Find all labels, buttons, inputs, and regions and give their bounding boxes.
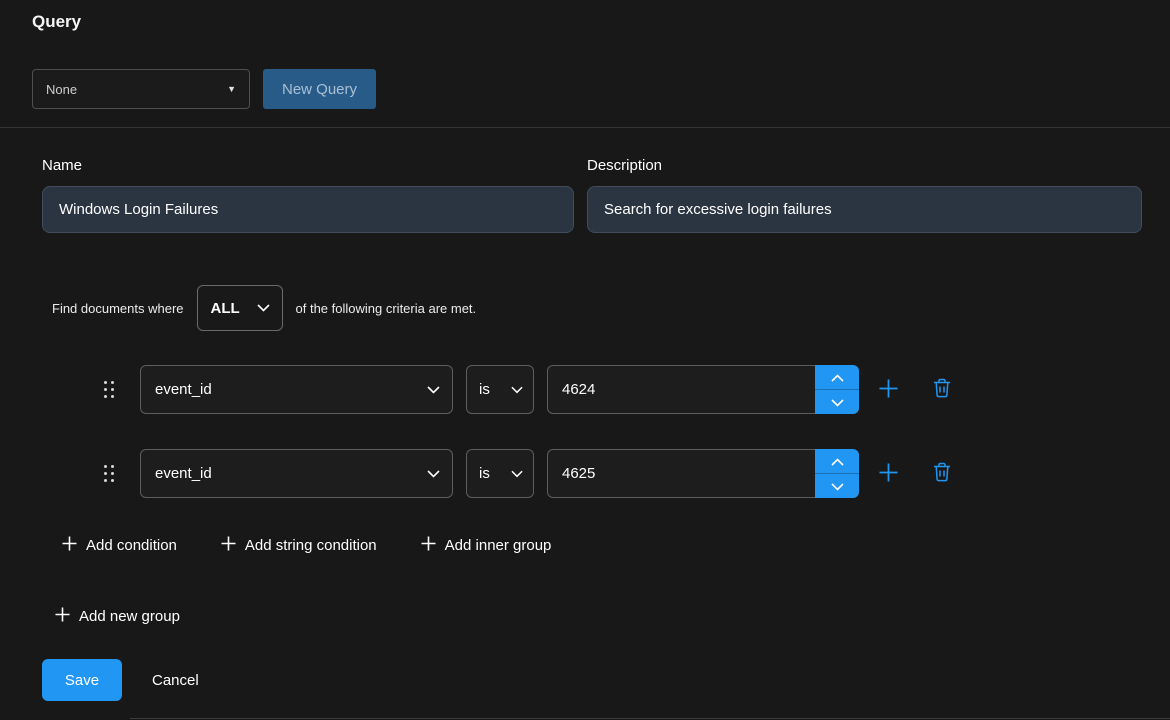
description-field-group: Description: [587, 157, 1142, 233]
add-string-condition-button[interactable]: Add string condition: [221, 536, 377, 555]
trash-icon: [933, 462, 951, 485]
drag-handle-icon[interactable]: [104, 465, 116, 483]
plus-icon: [62, 536, 77, 555]
description-input[interactable]: [587, 186, 1142, 233]
bottom-divider: [130, 718, 1170, 719]
chevron-down-icon: [427, 465, 440, 482]
value-field-group: [547, 449, 859, 498]
stepper-down-button[interactable]: [815, 474, 859, 498]
conditions-list: event_id is: [104, 365, 951, 498]
plus-icon: [878, 378, 899, 402]
drag-handle-icon[interactable]: [104, 381, 116, 399]
field-select[interactable]: event_id: [140, 449, 453, 498]
saved-query-select-label: None: [46, 82, 77, 97]
new-query-button[interactable]: New Query: [263, 69, 376, 109]
add-condition-label: Add condition: [86, 537, 177, 554]
chevron-up-icon: [831, 370, 844, 385]
operator-select[interactable]: is: [466, 449, 534, 498]
plus-icon: [221, 536, 236, 555]
cancel-button[interactable]: Cancel: [152, 672, 199, 689]
criteria-prefix: Find documents where: [52, 301, 184, 316]
value-field-group: [547, 365, 859, 414]
stepper-down-button[interactable]: [815, 390, 859, 414]
plus-icon: [55, 607, 70, 626]
trash-icon: [933, 378, 951, 401]
name-input[interactable]: [42, 186, 574, 233]
query-builder-panel: Query None ▼ New Query Name Description …: [0, 0, 1170, 720]
name-field-group: Name: [42, 157, 574, 233]
operator-select[interactable]: is: [466, 365, 534, 414]
chevron-up-icon: [831, 454, 844, 469]
row-add-button[interactable]: [878, 378, 899, 402]
condition-row: event_id is: [104, 449, 951, 498]
value-input[interactable]: [547, 365, 815, 414]
stepper-up-button[interactable]: [815, 365, 859, 390]
add-inner-group-button[interactable]: Add inner group: [421, 536, 552, 555]
chevron-down-icon: [511, 465, 523, 482]
add-inner-group-label: Add inner group: [445, 537, 552, 554]
criteria-sentence: Find documents where ALL of the followin…: [52, 284, 476, 332]
field-select-label: event_id: [155, 465, 212, 482]
section-divider: [0, 127, 1170, 128]
page-title: Query: [32, 12, 81, 32]
value-input[interactable]: [547, 449, 815, 498]
row-delete-button[interactable]: [933, 378, 951, 401]
dropdown-arrow-icon: ▼: [227, 84, 236, 94]
plus-icon: [421, 536, 436, 555]
plus-icon: [878, 462, 899, 486]
stepper-up-button[interactable]: [815, 449, 859, 474]
query-selector-row: None ▼ New Query: [32, 69, 376, 109]
add-condition-button[interactable]: Add condition: [62, 536, 177, 555]
saved-query-select[interactable]: None ▼: [32, 69, 250, 109]
add-new-group-label: Add new group: [79, 608, 180, 625]
match-operator-select[interactable]: ALL: [197, 285, 283, 331]
name-label: Name: [42, 157, 574, 174]
criteria-suffix: of the following criteria are met.: [296, 301, 477, 316]
add-new-group-button[interactable]: Add new group: [55, 607, 180, 626]
chevron-down-icon: [831, 479, 844, 494]
row-add-button[interactable]: [878, 462, 899, 486]
operator-select-label: is: [479, 381, 490, 398]
operator-select-label: is: [479, 465, 490, 482]
row-delete-button[interactable]: [933, 462, 951, 485]
match-operator-label: ALL: [211, 300, 240, 317]
footer-actions: Save Cancel: [42, 659, 199, 701]
add-string-condition-label: Add string condition: [245, 537, 377, 554]
add-actions-row: Add condition Add string condition Add i…: [62, 536, 551, 555]
chevron-down-icon: [831, 395, 844, 410]
field-select-label: event_id: [155, 381, 212, 398]
field-select[interactable]: event_id: [140, 365, 453, 414]
save-button[interactable]: Save: [42, 659, 122, 701]
condition-row: event_id is: [104, 365, 951, 414]
description-label: Description: [587, 157, 1142, 174]
chevron-down-icon: [427, 381, 440, 398]
query-form: Name Description: [42, 157, 1142, 233]
chevron-down-icon: [511, 381, 523, 398]
add-group-row: Add new group: [55, 607, 180, 626]
number-stepper: [815, 449, 859, 498]
chevron-down-icon: [257, 299, 270, 317]
number-stepper: [815, 365, 859, 414]
